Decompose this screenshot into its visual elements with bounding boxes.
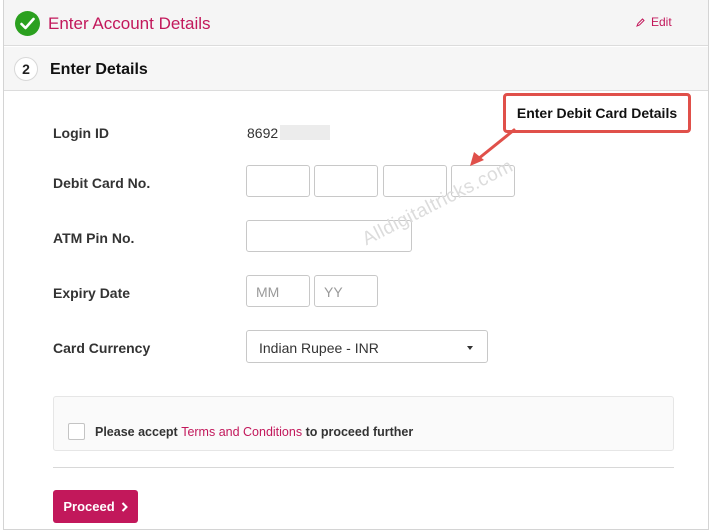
terms-suffix: to proceed further [305,425,414,439]
step-account-details: Enter Account Details Edit [4,0,708,46]
step-enter-details: 2 Enter Details [4,47,708,91]
form-panel: Enter Account Details Edit 2 Enter Detai… [3,0,709,530]
caret-down-icon [467,346,473,350]
annotation-callout: Enter Debit Card Details [503,93,691,133]
pencil-icon [636,17,645,27]
login-id-value: 8692 [247,125,279,141]
expiry-month-placeholder: MM [256,284,280,300]
debit-card-input-1[interactable] [246,165,310,197]
expiry-year-placeholder: YY [324,284,343,300]
proceed-label: Proceed [63,499,115,514]
expiry-date-label: Expiry Date [53,285,131,301]
step-title: Enter Account Details [48,14,211,33]
debit-card-input-2[interactable] [314,165,378,197]
step-number: 2 [14,57,38,81]
terms-link[interactable]: Terms and Conditions [181,425,302,439]
terms-text: Please accept Terms and Conditions to pr… [95,425,413,439]
card-currency-select[interactable]: Indian Rupee - INR [246,330,488,363]
step-title: Enter Details [50,61,148,78]
annotation-arrow-icon [470,128,516,166]
terms-prefix: Please accept [95,425,178,439]
divider [53,467,674,468]
masked-login-id [280,125,330,140]
expiry-month-input[interactable]: MM [246,275,310,307]
edit-link[interactable]: Edit [636,15,672,29]
terms-panel: Please accept Terms and Conditions to pr… [53,396,674,451]
terms-checkbox[interactable] [68,423,85,440]
expiry-year-input[interactable]: YY [314,275,378,307]
selected-currency: Indian Rupee - INR [259,340,379,356]
edit-label: Edit [651,15,672,29]
login-id-label: Login ID [53,125,109,141]
atm-pin-label: ATM Pin No. [53,230,135,246]
check-circle-icon [15,11,40,36]
debit-card-label: Debit Card No. [53,175,151,191]
chevron-right-icon [121,501,128,512]
card-currency-label: Card Currency [53,340,151,356]
proceed-button[interactable]: Proceed [53,490,138,523]
